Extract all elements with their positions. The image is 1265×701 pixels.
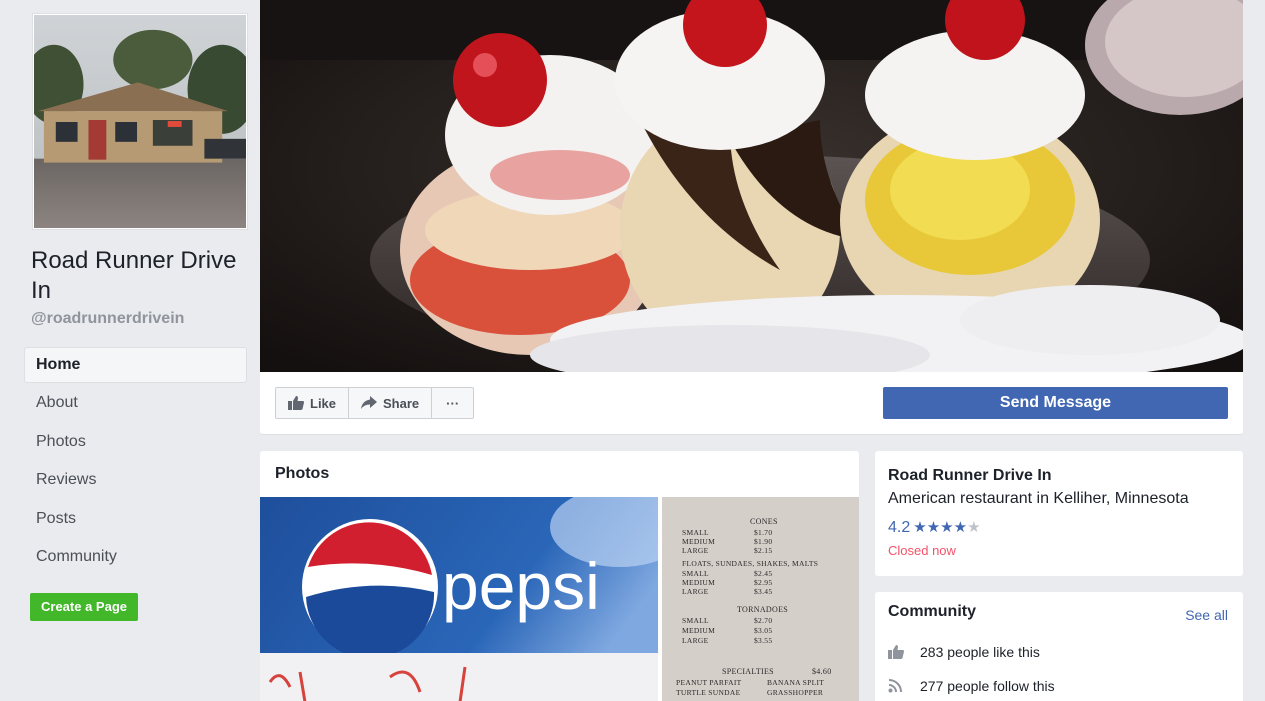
star-icon: ★ (926, 519, 941, 536)
menu-item-label: SMALL (682, 569, 709, 578)
photos-card-title[interactable]: Photos (275, 465, 329, 483)
community-title: Community (888, 603, 976, 620)
menu-item-price: $3.05 (754, 626, 773, 635)
nav-item-posts[interactable]: Posts (24, 501, 247, 537)
page-username[interactable]: @roadrunnerdrivein (31, 310, 184, 328)
menu-item-label: LARGE (682, 587, 709, 596)
menu-heading-tornadoes: TORNADOES (737, 605, 789, 614)
menu-heading-floats: FLOATS, SUNDAES, SHAKES, MALTS (682, 559, 819, 568)
open-status: Closed now (888, 543, 956, 558)
create-page-button[interactable]: Create a Page (30, 593, 138, 621)
profile-picture[interactable] (32, 13, 248, 230)
nav-item-reviews[interactable]: Reviews (24, 462, 247, 498)
pepsi-sign-image: pepsi (260, 497, 658, 701)
cover-photo[interactable] (260, 0, 1243, 372)
rss-follow-icon (888, 679, 902, 693)
more-options-button[interactable]: ··· (432, 388, 473, 418)
nav-item-home[interactable]: Home (24, 347, 247, 383)
menu-heading-cones: CONES (750, 517, 778, 526)
menu-item-label: SMALL (682, 528, 709, 537)
business-name[interactable]: Road Runner Drive In (888, 467, 1052, 485)
like-button[interactable]: Like (276, 388, 350, 418)
nav-item-photos[interactable]: Photos (24, 424, 247, 460)
menu-heading-specialties: SPECIALTIES (722, 667, 774, 676)
more-dots-icon: ··· (446, 395, 460, 411)
menu-board-text: CONES SMALL $1.70 MEDIUM $1.90 LARGE $2.… (662, 497, 859, 701)
sundae-photo (260, 0, 1243, 372)
menu-item-price: $2.45 (754, 569, 773, 578)
menu-item-price: $3.45 (754, 587, 773, 596)
see-all-link[interactable]: See all (1185, 607, 1228, 623)
business-info-card: Road Runner Drive In American restaurant… (875, 451, 1243, 576)
page-action-bar: Like Share ··· Send Message (260, 372, 1243, 435)
likes-count-text: 283 people like this (920, 644, 1040, 660)
nav-item-community[interactable]: Community (24, 539, 247, 575)
menu-item-price: $1.70 (754, 528, 773, 537)
star-icon: ★ (953, 519, 968, 536)
community-card: Community See all 283 people like this 2… (875, 592, 1243, 701)
thumbs-up-icon (888, 645, 904, 659)
menu-item-price: $2.95 (754, 578, 773, 587)
star-icon: ★ (940, 519, 954, 536)
menu-item-label: MEDIUM (682, 537, 716, 546)
share-label: Share (383, 395, 420, 411)
nav-item-about[interactable]: About (24, 385, 247, 421)
menu-item-label: LARGE (682, 636, 709, 645)
send-message-button[interactable]: Send Message (883, 387, 1228, 419)
page-nav: Home About Photos Reviews Posts Communit… (24, 347, 247, 577)
menu-item-label: GRASSHOPPER (767, 688, 824, 697)
rating-summary[interactable]: 4.2 ★★★★★ (888, 519, 981, 537)
menu-specialties-price: $4.60 (812, 667, 832, 676)
menu-item-price: $2.15 (754, 546, 773, 555)
menu-item-label: TURTLE SUNDAE (676, 688, 741, 697)
likes-count-row: 283 people like this (888, 644, 1040, 660)
follows-count-text: 277 people follow this (920, 678, 1055, 694)
building-photo (34, 15, 246, 228)
menu-item-price: $2.70 (754, 616, 773, 625)
rating-value: 4.2 (888, 519, 911, 536)
follows-count-row: 277 people follow this (888, 678, 1055, 694)
action-button-group: Like Share ··· (275, 387, 475, 419)
thumbs-up-icon (288, 396, 304, 410)
photo-thumbnail-pepsi[interactable]: pepsi (260, 497, 658, 701)
menu-item-label: MEDIUM (682, 578, 716, 587)
menu-item-price: $3.55 (754, 636, 773, 645)
menu-item-label: BANANA SPLIT (767, 678, 825, 687)
share-button[interactable]: Share (349, 388, 433, 418)
like-label: Like (310, 395, 337, 411)
menu-item-label: PEANUT PARFAIT (676, 678, 742, 687)
star-icon: ★ (913, 519, 927, 536)
photo-thumbnail-menu[interactable]: CONES SMALL $1.70 MEDIUM $1.90 LARGE $2.… (662, 497, 859, 701)
menu-item-price: $1.90 (754, 537, 773, 546)
menu-item-label: LARGE (682, 546, 709, 555)
business-category: American restaurant in Kelliher, Minneso… (888, 490, 1189, 507)
page-title: Road Runner Drive In (31, 247, 237, 304)
share-arrow-icon (361, 396, 378, 409)
star-icon: ★ (967, 519, 981, 536)
menu-item-label: MEDIUM (682, 626, 716, 635)
pepsi-logo-text: pepsi (442, 549, 600, 623)
photos-card: Photos pepsi CONES SMALL $1.70 MEDIUM $1… (260, 451, 859, 701)
menu-item-label: SMALL (682, 616, 709, 625)
rating-stars: ★★★★★ (913, 519, 980, 537)
